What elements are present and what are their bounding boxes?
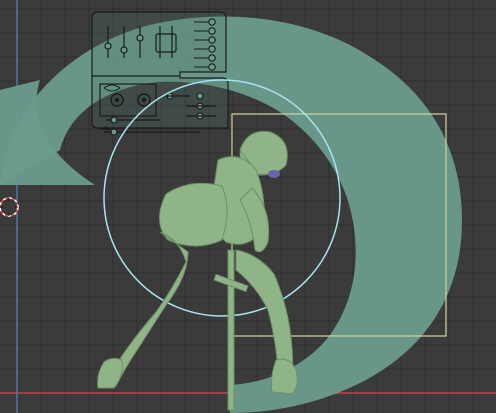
toggle-knob[interactable] xyxy=(208,18,216,26)
toggle-knob[interactable] xyxy=(208,36,216,44)
toggle-knob[interactable] xyxy=(208,27,216,35)
viewport-canvas[interactable] xyxy=(0,0,496,413)
3d-cursor[interactable] xyxy=(0,197,19,217)
toggle-knob[interactable] xyxy=(208,54,216,62)
character-model[interactable] xyxy=(97,130,298,411)
visor-detail xyxy=(268,170,280,178)
toggle-knob[interactable] xyxy=(208,45,216,53)
toggle-knob[interactable] xyxy=(208,63,216,71)
3d-viewport[interactable] xyxy=(0,0,496,413)
